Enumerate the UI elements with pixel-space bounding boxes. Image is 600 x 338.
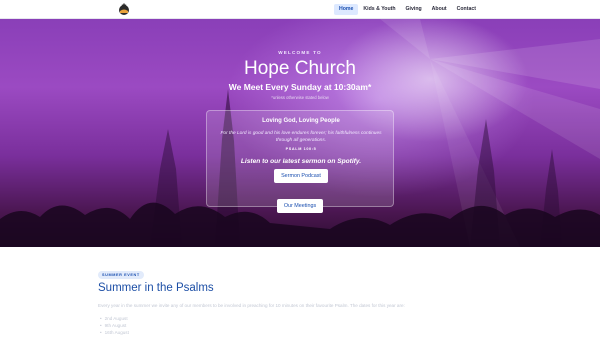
church-logo-icon[interactable]: [117, 3, 131, 15]
nav-item-home[interactable]: Home: [334, 4, 359, 15]
card-title: Loving God, Loving People: [262, 118, 340, 124]
sermon-podcast-button[interactable]: Sermon Podcast: [274, 169, 328, 183]
nav-item-kids-youth[interactable]: Kids & Youth: [358, 4, 400, 15]
page-title: Hope Church: [244, 58, 356, 79]
nav-item-contact[interactable]: Contact: [452, 4, 481, 15]
nav-item-about[interactable]: About: [427, 4, 452, 15]
verse-reference: PSALM 100:5: [285, 147, 317, 151]
main-nav: Home Kids & Youth Giving About Contact: [334, 3, 481, 16]
welcome-label: WELCOME TO: [278, 50, 322, 55]
section-title: Summer in the Psalms: [98, 282, 214, 294]
our-meetings-button[interactable]: Our Meetings: [277, 199, 323, 213]
spotify-text: Listen to our latest sermon on Spotify.: [240, 158, 362, 165]
event-badge: SUMMER EVENT: [98, 271, 144, 279]
site-header: Home Kids & Youth Giving About Contact: [0, 0, 600, 19]
hero-content: WELCOME TO Hope Church We Meet Every Sun…: [0, 19, 600, 247]
meeting-note: *unless otherwise stated below: [271, 95, 329, 100]
list-item: 9th August: [100, 322, 129, 329]
meeting-time: We Meet Every Sunday at 10:30am*: [228, 82, 372, 92]
section-description: Every year in the summer we invite any o…: [98, 303, 405, 308]
verse-text: For the Lord is good and his love endure…: [220, 131, 382, 143]
verse-card: Loving God, Loving People For the Lord i…: [206, 110, 394, 207]
list-item: 16th August: [100, 329, 129, 336]
list-item: 2nd August: [100, 315, 129, 322]
dates-list: 2nd August 9th August 16th August: [100, 315, 129, 336]
nav-item-giving[interactable]: Giving: [401, 4, 427, 15]
hero-banner: WELCOME TO Hope Church We Meet Every Sun…: [0, 19, 600, 247]
